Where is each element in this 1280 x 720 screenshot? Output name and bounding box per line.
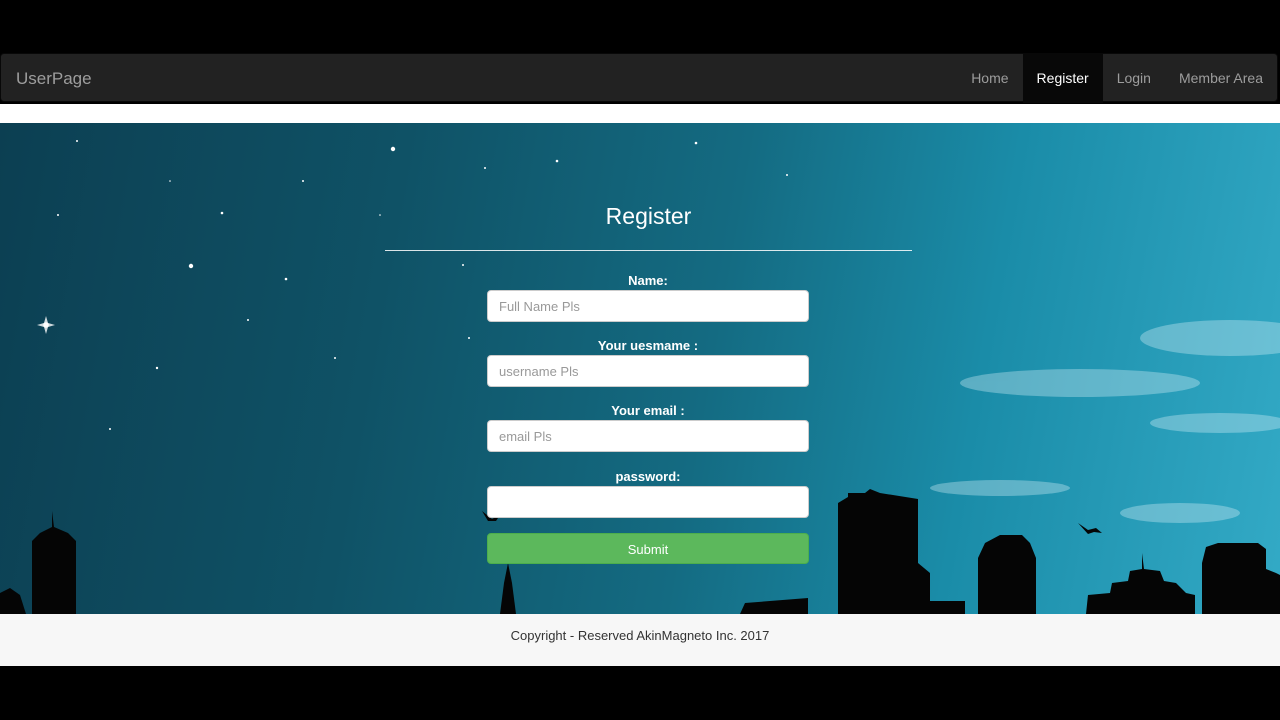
submit-button[interactable]: Submit — [487, 533, 809, 564]
brand-link[interactable]: UserPage — [16, 54, 92, 103]
username-label: Your uesmame : — [597, 338, 699, 353]
hero-background: Register Name: Your uesmame : Your email… — [0, 123, 1280, 614]
browser-viewport: UserPage Home Register Login Member Area — [0, 0, 1280, 720]
nav-menu: Home Register Login Member Area — [957, 54, 1277, 103]
top-navbar: UserPage Home Register Login Member Area — [0, 53, 1278, 103]
password-input[interactable] — [487, 486, 809, 518]
email-input[interactable] — [487, 420, 809, 452]
password-label: password: — [615, 469, 681, 484]
header-spacer — [0, 104, 1280, 123]
name-label: Name: — [628, 273, 668, 288]
nav-item-register[interactable]: Register — [1022, 54, 1103, 103]
page-footer: Copyright - Reserved AkinMagneto Inc. 20… — [0, 614, 1280, 666]
name-input[interactable] — [487, 290, 809, 322]
nav-item-member-area[interactable]: Member Area — [1165, 54, 1277, 103]
form-title: Register — [605, 203, 692, 229]
nav-item-login[interactable]: Login — [1103, 54, 1165, 103]
copyright-text: Copyright - Reserved AkinMagneto Inc. 20… — [510, 628, 770, 643]
title-divider — [385, 250, 912, 251]
nav-item-home[interactable]: Home — [957, 54, 1022, 103]
email-label: Your email : — [611, 403, 685, 418]
username-input[interactable] — [487, 355, 809, 387]
